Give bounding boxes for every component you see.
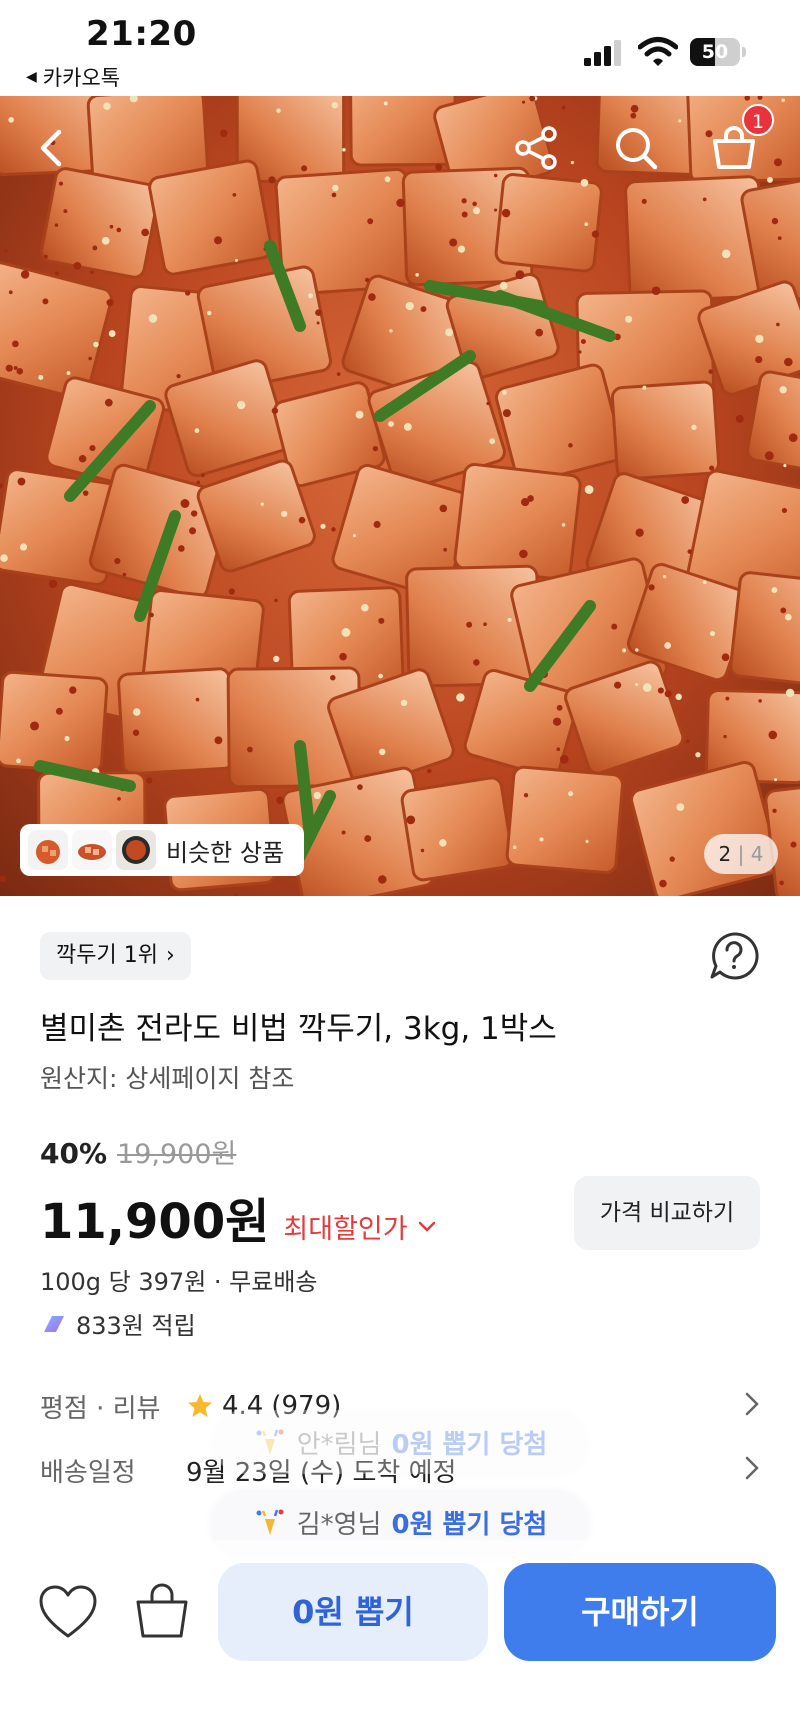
winner-message: 0원 뽑기 당첨 xyxy=(391,1429,548,1460)
similar-thumb-2 xyxy=(72,830,112,870)
product-origin: 원산지: 상세페이지 참조 xyxy=(40,1064,295,1093)
points-text: 833원 적립 xyxy=(76,1312,196,1340)
points-icon xyxy=(44,1315,64,1332)
share-icon xyxy=(515,126,557,170)
wishlist-heart-icon[interactable] xyxy=(38,1584,98,1640)
chevron-down-icon xyxy=(418,1221,435,1232)
back-button[interactable] xyxy=(22,118,82,178)
search-icon xyxy=(616,128,658,170)
product-image-carousel[interactable]: 1 비슷한 상품 2 | 4 xyxy=(0,96,800,896)
cellular-signal-icon xyxy=(584,40,621,66)
cart-count-badge: 1 xyxy=(742,104,774,136)
similar-products-button[interactable]: 비슷한 상품 xyxy=(20,824,304,876)
back-arrow-icon xyxy=(40,129,62,167)
price-compare-button[interactable]: 가격 비교하기 xyxy=(574,1176,760,1250)
rank-label: 깍두기 1위 xyxy=(56,943,158,968)
discount-row: 40% 19,900원 xyxy=(40,1132,236,1171)
status-time: 21:20 xyxy=(86,14,197,54)
battery-level: 50 xyxy=(701,41,729,63)
image-counter-current: 2 xyxy=(718,842,732,866)
image-counter-total: 4 xyxy=(750,842,764,866)
zero-won-draw-button[interactable]: 0원 뽑기 xyxy=(218,1563,488,1661)
back-triangle-icon: ◀ xyxy=(26,69,37,85)
chevron-right-icon xyxy=(745,1456,759,1480)
image-counter-separator: | xyxy=(737,842,745,866)
add-to-cart-icon[interactable] xyxy=(134,1580,190,1640)
product-title: 별미촌 전라도 비법 깍두기, 3kg, 1박스 xyxy=(40,1011,557,1047)
chevron-right-icon: › xyxy=(165,943,175,968)
back-app-label: 카카오톡 xyxy=(42,66,121,90)
winner-message: 0원 뽑기 당첨 xyxy=(391,1509,548,1540)
original-price: 19,900원 xyxy=(117,1139,237,1170)
price-row: 11,900원 최대할인가 xyxy=(40,1182,436,1252)
unit-price-shipping: 100g 당 397원 · 무료배송 xyxy=(40,1268,318,1296)
points-row: 833원 적립 xyxy=(40,1306,196,1341)
star-icon xyxy=(188,1394,212,1417)
similar-thumb-1 xyxy=(28,830,68,870)
similar-products-label: 비슷한 상품 xyxy=(166,838,285,867)
category-rank-chip[interactable]: 깍두기 1위 › xyxy=(40,932,191,980)
winner-toast: 안*림님 0원 뽑기 당첨 xyxy=(212,1410,588,1474)
chevron-right-icon xyxy=(745,1392,759,1416)
image-counter: 2 | 4 xyxy=(704,834,778,874)
status-bar: 21:20 ◀ 카카오톡 50 xyxy=(0,0,800,96)
max-discount-label: 최대할인가 xyxy=(283,1214,408,1245)
back-to-app-link[interactable]: ◀ 카카오톡 xyxy=(26,62,120,92)
rating-review-key: 평점 · 리뷰 xyxy=(40,1393,161,1424)
delivery-key: 배송일정 xyxy=(40,1457,136,1488)
similar-thumb-3 xyxy=(116,830,156,870)
sale-price: 11,900원 xyxy=(40,1194,270,1250)
winner-name: 안*림님 xyxy=(296,1429,382,1460)
search-button[interactable] xyxy=(606,118,666,178)
question-help-icon[interactable] xyxy=(708,930,760,982)
wifi-icon xyxy=(638,37,678,66)
share-button[interactable] xyxy=(506,118,566,178)
winner-name: 김*영님 xyxy=(296,1509,382,1540)
battery-icon: 50 xyxy=(690,38,746,66)
kkakdugi-photo xyxy=(0,96,800,896)
discount-percent: 40% xyxy=(40,1137,108,1170)
confetti-icon xyxy=(256,1509,284,1535)
confetti-icon xyxy=(256,1429,284,1455)
buy-button[interactable]: 구매하기 xyxy=(504,1563,776,1661)
max-discount-toggle[interactable]: 최대할인가 xyxy=(283,1207,435,1246)
